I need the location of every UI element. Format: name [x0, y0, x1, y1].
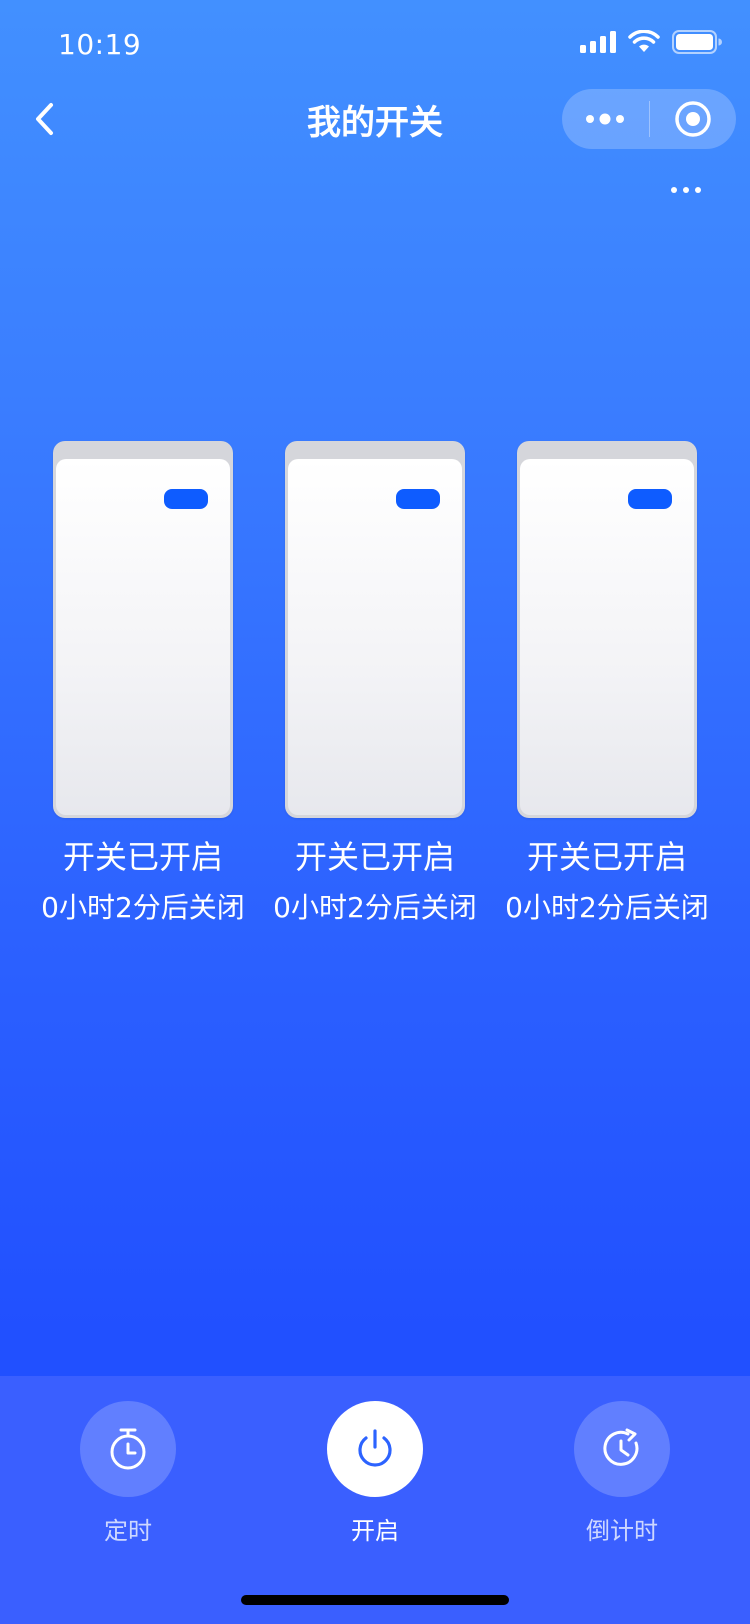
switch-indicator-light [164, 489, 208, 509]
countdown-label: 倒计时 [586, 1517, 658, 1545]
signal-icon [580, 31, 616, 53]
status-icons [580, 30, 722, 54]
status-time: 10:19 [58, 28, 142, 61]
power-button-circle [327, 1401, 423, 1497]
countdown-icon [603, 1428, 639, 1466]
switch-indicator-light [628, 489, 672, 509]
power-on-button[interactable]: 开启 [305, 1401, 445, 1546]
switch-indicator-light [396, 489, 440, 509]
capsule-menu-button[interactable] [562, 89, 649, 149]
power-label: 开启 [351, 1517, 399, 1545]
switch-panel[interactable] [517, 441, 697, 818]
switch-status: 开关已开启 [294, 838, 455, 876]
bottom-action-bar: 定时 开启 倒计时 [0, 1376, 750, 1624]
switch-card-2: 开关已开启 0小时2分后关闭 [273, 441, 477, 924]
battery-icon [672, 30, 722, 54]
switch-status: 开关已开启 [526, 838, 687, 876]
timer-button-circle [80, 1401, 176, 1497]
countdown-button[interactable]: 倒计时 [552, 1401, 692, 1546]
switch-face [520, 459, 694, 815]
switch-card-3: 开关已开启 0小时2分后关闭 [505, 441, 709, 924]
switch-panel[interactable] [285, 441, 465, 818]
timer-icon [110, 1428, 146, 1470]
home-indicator[interactable] [241, 1595, 509, 1605]
countdown-button-circle [574, 1401, 670, 1497]
ellipsis-icon [671, 187, 701, 193]
more-dots-icon [586, 113, 625, 125]
switch-face [56, 459, 230, 815]
switch-timer: 0小时2分后关闭 [41, 891, 245, 924]
switch-status: 开关已开启 [62, 838, 223, 876]
switch-panel[interactable] [53, 441, 233, 818]
power-icon [358, 1429, 392, 1467]
mini-program-capsule [562, 89, 736, 149]
switch-card-1: 开关已开启 0小时2分后关闭 [41, 441, 245, 924]
more-options-button[interactable] [666, 180, 706, 200]
timer-label: 定时 [104, 1517, 152, 1545]
timer-button[interactable]: 定时 [58, 1401, 198, 1546]
switch-face [288, 459, 462, 815]
target-close-icon [675, 101, 711, 137]
switch-timer: 0小时2分后关闭 [505, 891, 709, 924]
capsule-close-button[interactable] [650, 89, 737, 149]
wifi-icon [628, 30, 660, 52]
switch-row: 开关已开启 0小时2分后关闭 开关已开启 0小时2分后关闭 开关已开启 0小时2… [41, 441, 709, 924]
switch-timer: 0小时2分后关闭 [273, 891, 477, 924]
app-screen: 10:19 我的开关 开关已开启 0小时2分后关闭 开关已开启 0小时2分后关闭… [0, 0, 750, 1624]
